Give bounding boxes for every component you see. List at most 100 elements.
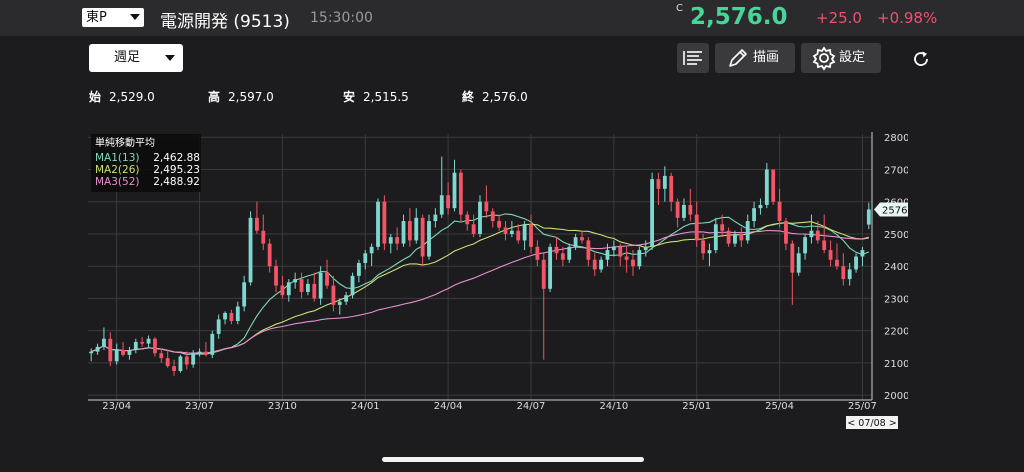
candle-body [133,341,138,351]
candle-body [140,341,145,344]
candle-body [656,179,661,189]
candle-body [452,172,457,209]
candle [433,208,438,228]
candle [599,256,604,273]
ma-legend: 単純移動平均 MA1(13) 2,462.88 MA2(26) 2,495.23… [91,134,201,192]
candle-body [554,246,559,254]
candle [376,198,380,251]
candle [165,350,170,368]
candle [356,259,361,283]
candle-body [114,350,119,362]
candle-body [197,351,202,354]
draw-button[interactable]: 描画 [715,43,795,73]
candle [503,221,508,241]
settings-label: 設定 [839,50,866,65]
candle [860,246,865,267]
candle-body [376,201,380,247]
candle-body [764,169,769,205]
candle-body [299,279,304,292]
candle [274,259,278,292]
candle-body [401,221,406,244]
legend-title: 単純移動平均 [95,136,155,149]
candle-body [497,221,502,228]
y-tick-label: 2100 [884,359,908,370]
candle-body [726,230,731,244]
ma2-line [91,221,869,354]
candle-body [267,243,272,267]
gear-icon [812,46,836,71]
candle [210,330,215,359]
candle-body [624,256,629,260]
candle [764,163,769,209]
candle [299,272,304,299]
candle [541,253,546,360]
candle [726,227,731,247]
candle [522,221,527,251]
candle-body [720,224,725,231]
candle-body [337,301,342,305]
candle [586,237,591,267]
candle-body [733,233,737,244]
candle-body [669,175,674,202]
candle [694,201,699,247]
candle [229,309,234,325]
candle-body [388,237,393,244]
candle-body [643,246,648,251]
candle-body [548,246,553,289]
candle-body [458,172,463,215]
candle-body [541,259,546,289]
refresh-icon[interactable] [910,48,932,70]
period-select[interactable]: 週足 [89,44,183,72]
candle [662,166,667,202]
market-select[interactable]: 東P [82,8,144,27]
candle-body [108,338,113,362]
candle [350,272,355,299]
candle-body [662,175,667,189]
candle-body [682,204,686,218]
candle-body [796,253,801,273]
candle-body [439,195,444,215]
candle [611,240,616,257]
candle-body [490,211,495,222]
draw-label: 描画 [753,50,780,65]
candle-body [854,256,858,270]
candle [388,233,393,254]
date-scroller[interactable]: < 07/08 > [846,416,898,429]
candle [624,246,629,273]
candle-body [210,333,215,355]
candle-body [847,269,852,280]
pencil-icon [729,49,747,67]
candle [108,332,113,367]
settings-button[interactable]: 設定 [801,43,881,73]
candle-body [293,279,298,283]
candle [841,253,846,286]
price-change: +25.0 [816,9,862,27]
candle [325,259,329,289]
list-button[interactable] [677,43,709,73]
candle-body [478,201,482,234]
candle [465,211,470,231]
candle-body [318,272,323,299]
candle [146,335,151,349]
price-change-percent: +0.98% [877,9,938,27]
legend-ma1-name: MA1(13) [95,152,139,164]
candle-body [835,259,839,267]
candle-body [637,250,642,267]
candle [401,214,406,247]
candle [261,214,266,251]
period-label: 週足 [113,50,140,65]
candle-body [95,346,100,352]
candle-body [159,353,164,359]
candle [439,156,444,218]
candle [471,214,476,238]
candle-body [790,243,795,273]
candlestick-chart[interactable]: 20002100220023002400250026002700280023/0… [88,132,908,432]
candle-body [567,246,572,260]
legend-ma2-name: MA2(26) [95,164,139,176]
candle-body [172,366,176,371]
candle [235,301,240,325]
candle [509,221,514,238]
candle [369,243,374,267]
x-tick-label: 25/07 [848,401,877,412]
candle [280,275,285,299]
